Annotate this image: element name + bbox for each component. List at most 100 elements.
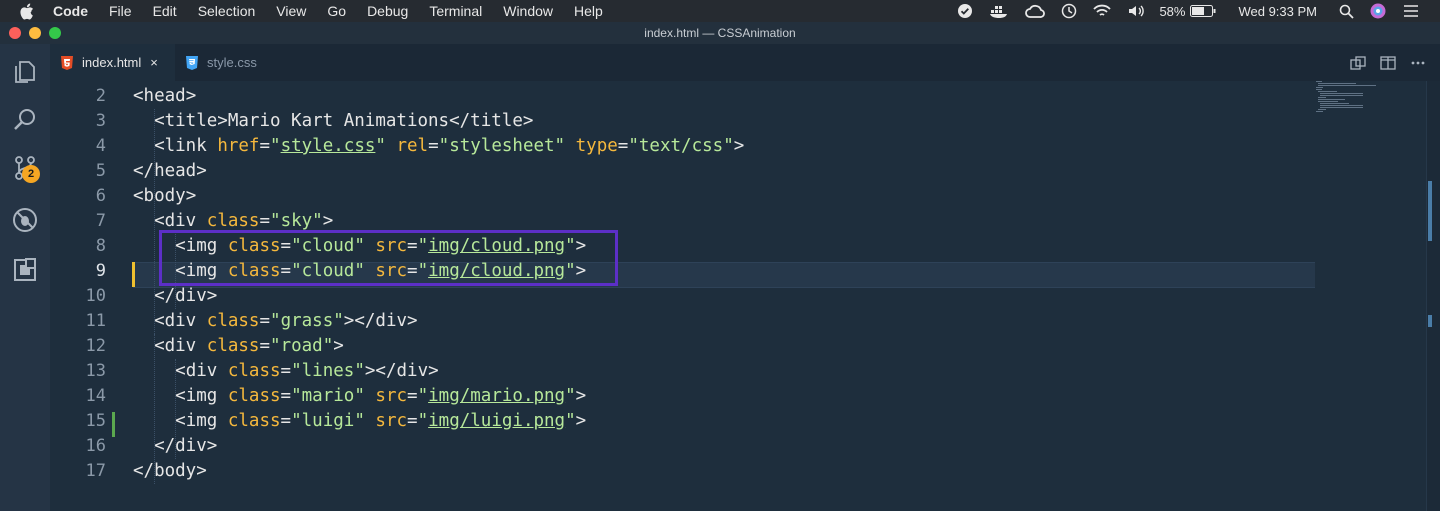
tab-label: style.css [207, 55, 257, 70]
close-window-button[interactable] [9, 27, 21, 39]
code-line[interactable]: <div class="grass"></div> [133, 309, 418, 334]
menu-window[interactable]: Window [503, 3, 553, 19]
minimap-line [1318, 101, 1338, 102]
menu-file[interactable]: File [109, 3, 132, 19]
html5-icon [61, 55, 73, 70]
macos-menu-bar: Code File Edit Selection View Go Debug T… [0, 0, 1440, 22]
line-number: 2 [95, 86, 106, 106]
minimap[interactable] [1316, 81, 1386, 121]
notification-center-icon[interactable] [1402, 4, 1420, 18]
explorer-icon[interactable] [0, 48, 50, 96]
code-line[interactable]: <div class="road"> [133, 334, 344, 359]
code-editor[interactable]: 2 3 4 5 6 7 8 9 10 11 12 13 14 15 16 17 <head> <title>M… [50, 81, 1440, 511]
debug-icon[interactable] [0, 196, 50, 244]
time-machine-icon[interactable] [1061, 3, 1077, 19]
window-title: index.html — CSSAnimation [644, 26, 796, 40]
line-number: 15 [85, 411, 106, 431]
line-number: 11 [85, 311, 106, 331]
zoom-window-button[interactable] [49, 27, 61, 39]
status-menu-extras: 58% Wed 9:33 PM [941, 0, 1440, 22]
close-icon[interactable]: × [150, 55, 158, 70]
code-line[interactable]: <head> [133, 84, 196, 109]
line-number: 12 [85, 336, 106, 356]
docker-icon[interactable] [989, 4, 1009, 18]
menu-go[interactable]: Go [327, 3, 346, 19]
indent-guide [154, 109, 155, 334]
tab-label: index.html [82, 55, 142, 70]
minimap-line [1318, 99, 1345, 100]
menu-edit[interactable]: Edit [153, 3, 177, 19]
wifi-icon[interactable] [1093, 4, 1112, 18]
code-line[interactable]: </body> [133, 459, 207, 484]
apple-icon[interactable] [19, 2, 37, 20]
code-line[interactable]: </head> [133, 159, 207, 184]
line-number: 6 [95, 186, 106, 206]
scrollbar-cursor-marker [1428, 315, 1432, 327]
minimap-line [1316, 87, 1323, 88]
minimize-window-button[interactable] [29, 27, 41, 39]
code-line[interactable]: <div class="lines"></div> [133, 359, 439, 384]
line-number: 8 [95, 236, 106, 256]
line-number: 5 [95, 161, 106, 181]
spotlight-search-icon[interactable] [1339, 4, 1354, 19]
search-icon[interactable] [0, 96, 50, 144]
minimap-line [1316, 111, 1323, 112]
vertical-scrollbar[interactable] [1426, 81, 1440, 511]
minimap-line [1318, 85, 1376, 86]
minimap-line [1320, 105, 1363, 106]
menu-view[interactable]: View [276, 3, 306, 19]
source-control-icon[interactable]: 2 [0, 144, 50, 192]
menu-help[interactable]: Help [574, 3, 603, 19]
scrollbar-position-marker [1428, 181, 1432, 241]
code-line[interactable]: <img class="mario" src="img/mario.png"> [133, 384, 586, 409]
highlight-annotation-box [159, 230, 618, 286]
minimap-line [1316, 81, 1322, 82]
volume-icon[interactable] [1127, 4, 1145, 18]
creative-cloud-icon[interactable] [1025, 4, 1046, 18]
line-number: 3 [95, 111, 106, 131]
more-actions-icon[interactable] [1410, 55, 1426, 71]
indent-guide [154, 334, 155, 484]
indent-guide [175, 359, 176, 459]
editor-tab-bar: index.html × style.css [50, 44, 1440, 81]
minimap-line [1318, 83, 1356, 84]
minimap-line [1320, 103, 1349, 104]
line-number: 7 [95, 211, 106, 231]
code-line[interactable]: <body> [133, 184, 196, 209]
minimap-line [1318, 97, 1326, 98]
battery-percentage: 58% [1159, 3, 1186, 19]
minimap-line [1318, 91, 1337, 92]
window-title-bar: index.html — CSSAnimation [0, 22, 1440, 44]
tab-index-html[interactable]: index.html × [50, 44, 175, 81]
minimap-line [1318, 109, 1326, 110]
open-changes-icon[interactable] [1350, 55, 1366, 71]
line-number: 4 [95, 136, 106, 156]
siri-icon[interactable] [1370, 3, 1386, 19]
split-editor-icon[interactable] [1380, 55, 1396, 71]
minimap-line [1316, 89, 1322, 90]
minimap-line [1320, 107, 1363, 108]
window-controls [9, 27, 69, 39]
minimap-line [1320, 95, 1363, 96]
menu-debug[interactable]: Debug [367, 3, 408, 19]
code-line[interactable]: <title>Mario Kart Animations</title> [133, 109, 533, 134]
menu-terminal[interactable]: Terminal [429, 3, 482, 19]
editor-actions [1350, 44, 1440, 81]
line-number: 14 [85, 386, 106, 406]
activity-bar: 2 [0, 44, 50, 511]
line-number: 17 [85, 461, 106, 481]
battery-icon[interactable] [1190, 5, 1216, 17]
line-number: 13 [85, 361, 106, 381]
line-number: 16 [85, 436, 106, 456]
menu-selection[interactable]: Selection [198, 3, 256, 19]
code-line[interactable]: <img class="luigi" src="img/luigi.png"> [133, 409, 586, 434]
menu-code[interactable]: Code [53, 3, 88, 19]
added-line-indicator [112, 412, 115, 437]
menu-clock[interactable]: Wed 9:33 PM [1238, 4, 1317, 19]
code-line[interactable]: <link href="style.css" rel="stylesheet" … [133, 134, 744, 159]
source-control-badge: 2 [22, 165, 40, 183]
css3-icon [186, 55, 198, 70]
tab-style-css[interactable]: style.css [175, 44, 295, 81]
checkmark-icon[interactable] [957, 3, 973, 19]
extensions-icon[interactable] [0, 246, 50, 294]
